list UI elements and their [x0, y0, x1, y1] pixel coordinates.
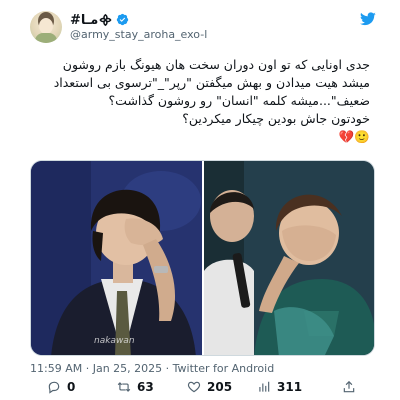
heart-icon [187, 381, 201, 393]
author-handle[interactable]: @army_stay_aroha_exo-l [70, 28, 207, 41]
tweet-time[interactable]: 11:59 AM [30, 362, 82, 375]
tweet-line: خودتون جاش بودین چیکار میکردین؟ [182, 111, 370, 126]
retweet-icon [117, 382, 131, 392]
tweet-source[interactable]: Twitter for Android [173, 362, 275, 375]
verified-badge-icon [116, 13, 128, 25]
author-name-row[interactable]: #مـا᯽ [70, 10, 129, 28]
media-watermark: nakawan [94, 336, 135, 346]
tweet-line: جدی اونایی که تو اون دوران سخت هان هیونگ… [62, 57, 370, 72]
views-button[interactable]: 311 [257, 380, 302, 394]
reply-button[interactable]: 0 [47, 380, 75, 394]
tweet-meta: 11:59 AM · Jan 25, 2025 · Twitter for An… [30, 362, 274, 375]
tweet-text: جدی اونایی که تو اون دوران سخت هان هیونگ… [30, 56, 370, 146]
twitter-bird-icon [360, 12, 376, 26]
reply-icon [48, 381, 60, 394]
like-button[interactable]: 205 [187, 380, 232, 394]
media-photo-right[interactable] [203, 161, 374, 355]
meta-separator: · [85, 362, 90, 375]
like-count: 205 [207, 380, 233, 394]
tweet-date[interactable]: Jan 25, 2025 [93, 362, 162, 375]
retweet-count: 63 [137, 380, 154, 394]
avatar[interactable] [30, 11, 62, 43]
avatar-shirt [35, 33, 57, 43]
share-button[interactable] [342, 380, 356, 394]
retweet-button[interactable]: 63 [117, 380, 154, 394]
share-icon [343, 380, 355, 393]
avatar-face [39, 18, 53, 34]
author-display-name[interactable]: #مـا᯽ [70, 10, 113, 28]
tweet-line: ضعیف"...میشه کلمه "انسان" رو روشون گذاشت… [108, 93, 370, 108]
tweet-line: میشد هیت میدادن و بهش میگفتن "رپر"_"ترسو… [53, 75, 370, 90]
media-photo-left[interactable]: nakawan [31, 161, 202, 355]
action-bar: 0 63 205 311 [0, 380, 400, 398]
view-count: 311 [277, 380, 303, 394]
reply-count: 0 [67, 380, 76, 394]
tweet-media[interactable]: nakawan [30, 160, 375, 356]
meta-separator: · [165, 362, 170, 375]
views-bar-chart-icon [259, 381, 270, 392]
tweet-emoji-line: 🙂💔 [338, 129, 370, 144]
photo-left-illustration [31, 161, 202, 355]
photo-right-illustration [203, 161, 374, 355]
